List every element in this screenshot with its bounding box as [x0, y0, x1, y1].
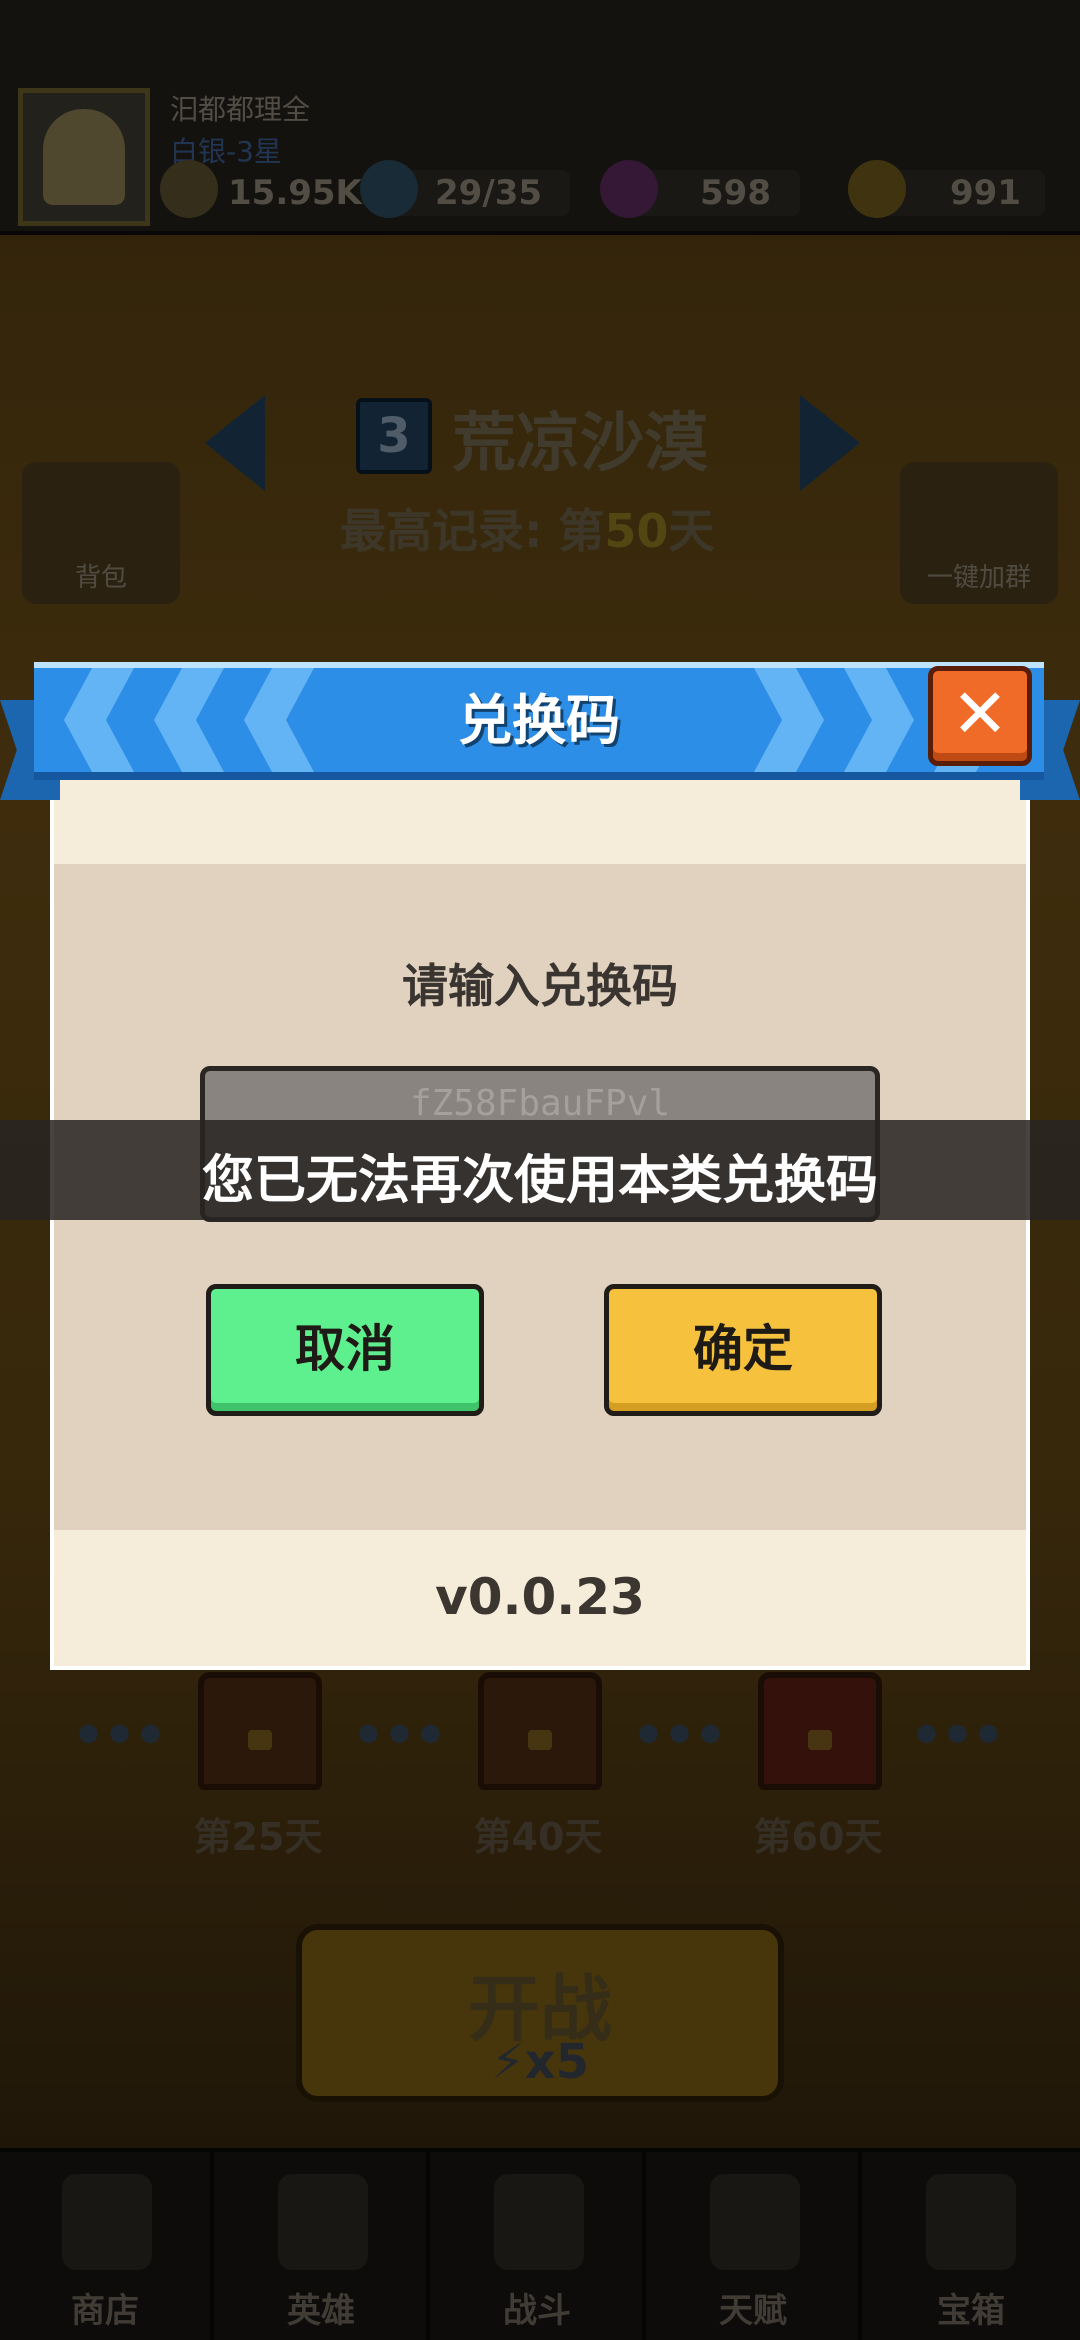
version-label: v0.0.23 — [435, 1568, 645, 1626]
confirm-button[interactable]: 确定 — [604, 1284, 882, 1416]
dialog-title-ribbon: 兑换码 — [34, 662, 1044, 780]
toast-message: 您已无法再次使用本类兑换码 — [0, 1120, 1080, 1220]
close-icon: ✕ — [951, 675, 1009, 754]
close-button[interactable]: ✕ — [928, 666, 1032, 766]
dialog-title: 兑换码 — [458, 689, 620, 752]
toast-text: 您已无法再次使用本类兑换码 — [201, 1151, 878, 1211]
redeem-prompt: 请输入兑换码 — [402, 959, 678, 1013]
cancel-button[interactable]: 取消 — [206, 1284, 484, 1416]
